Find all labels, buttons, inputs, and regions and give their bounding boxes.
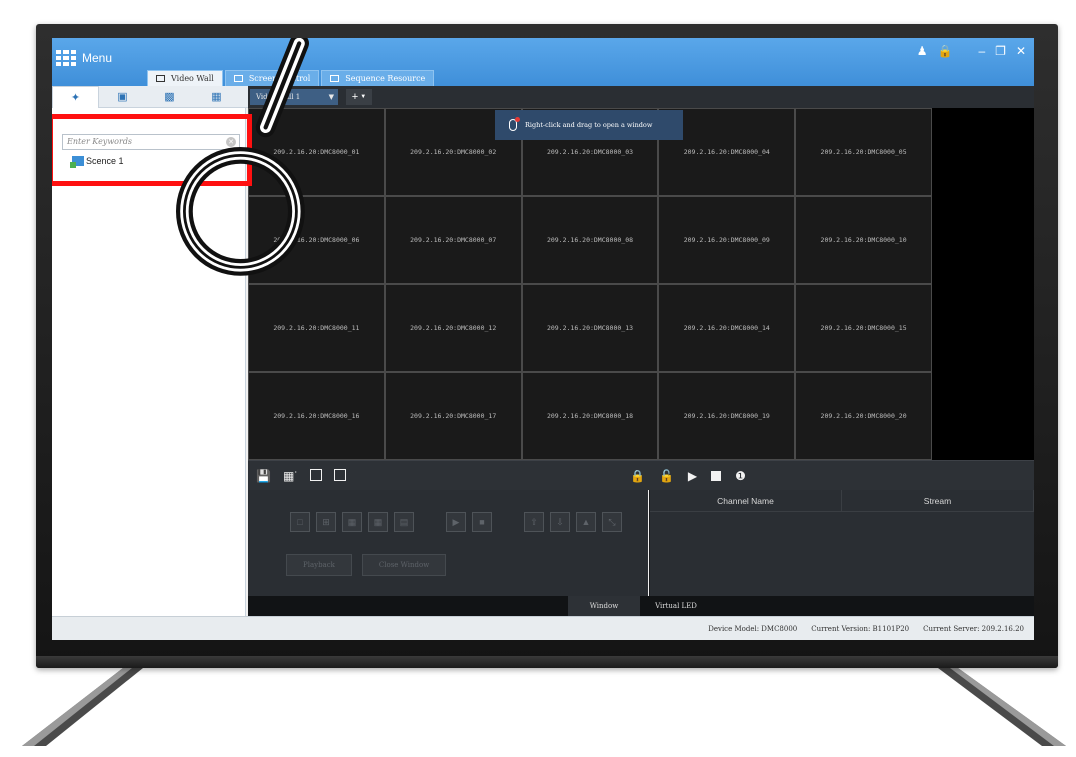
grid-layout-icon[interactable]: ▦˙ [283,469,298,483]
column-header[interactable]: Channel Name [650,490,842,511]
window-controls: ♟ 🔒 – ❐ ✕ [917,44,1026,58]
playback-label: Playback [303,561,335,569]
close-window-label: Close Window [378,561,430,569]
play-icon[interactable]: ▶ [688,469,697,483]
lock-icon[interactable]: ▲ [576,512,596,532]
screen-cell[interactable]: 209.2.16.20:DMC8000_20 [795,372,932,460]
screen-cell[interactable]: 209.2.16.20:DMC8000_10 [795,196,932,284]
screen-cell[interactable]: 209.2.16.20:DMC8000_15 [795,284,932,372]
channel-table-header: Channel Name Stream [650,490,1034,512]
add-icon: + [351,91,359,103]
layout-custom-icon[interactable]: ▤ [394,512,414,532]
tab-virtual-led[interactable]: Virtual LED [640,596,712,616]
clear-window-icon[interactable] [334,468,347,481]
screen-cell[interactable]: 209.2.16.20:DMC8000_05 [795,108,932,196]
scene-icon[interactable]: ▣ [99,86,146,108]
wall-icon[interactable]: ✦ [52,85,99,108]
screen-cell[interactable]: 209.2.16.20:DMC8000_08 [521,196,659,284]
screen-cell[interactable]: 209.2.16.20:DMC8000_07 [384,196,522,284]
lock-icon[interactable]: 🔒 [938,44,953,58]
screen-grid: 209.2.16.20:DMC8000_01 209.2.16.20:DMC800… [248,108,932,460]
bottom-tabs: Window Virtual LED [248,596,1034,616]
screen-cell[interactable]: 209.2.16.20:DMC8000_13 [521,284,659,372]
screen-number-icon[interactable]: ❶ [735,469,746,483]
tab-label: Window [589,602,619,610]
tab-sequence-resource[interactable]: Sequence Resource [321,70,435,86]
screen-cell[interactable]: 209.2.16.20:DMC8000_09 [658,196,796,284]
tab-window[interactable]: Window [568,596,640,616]
fullscreen-icon[interactable]: ⤡ [602,512,622,532]
control-bar: 💾 ▦˙ 🔒 🔓 ▶ ❶ [248,460,1034,490]
screen-cell[interactable]: 209.2.16.20:DMC8000_11 [248,284,385,372]
current-server: Current Server: 209.2.16.20 [923,624,1024,633]
tv-stand-left [22,668,143,746]
upload-icon[interactable]: ⇧ [524,512,544,532]
unlock-icon[interactable]: 🔓 [659,469,674,483]
tab-label: Virtual LED [655,602,697,610]
layout-9-icon[interactable]: ▦ [342,512,362,532]
playback-button[interactable]: Playback [286,554,352,576]
restore-icon[interactable]: ❐ [995,44,1006,58]
screen-cell[interactable]: 209.2.16.20:DMC8000_19 [658,372,796,460]
stop-icon[interactable]: ■ [472,512,492,532]
hint-tooltip: Right-click and drag to open a window [495,110,683,140]
close-icon[interactable]: ✕ [1016,44,1026,58]
layout-1-icon[interactable]: □ [290,512,310,532]
device-model: Device Model: DMC8000 [708,624,798,633]
play-icon[interactable]: ▶ [446,512,466,532]
stop-icon[interactable] [711,470,722,481]
mouse-icon [509,117,520,131]
minimize-icon[interactable]: – [978,44,985,58]
channel-table: Channel Name Stream [649,490,1034,596]
tv-bezel-bottom [36,656,1058,668]
user-icon[interactable]: ♟ [917,44,928,58]
screen-cell[interactable]: 209.2.16.20:DMC8000_18 [521,372,659,460]
add-wall-button[interactable]: + ▼ [346,89,372,105]
screen-cell[interactable]: 209.2.16.20:DMC8000_16 [248,372,385,460]
close-window-button[interactable]: Close Window [361,554,447,576]
menu-button[interactable]: Menu [56,50,112,66]
tab-label: Sequence Resource [345,74,426,83]
download-icon[interactable]: ⇩ [550,512,570,532]
menu-grid-icon [56,50,76,66]
chevron-down-icon: ▼ [360,94,367,100]
tv-stand-right [938,668,1066,746]
column-header[interactable]: Stream [842,490,1034,511]
wall-toolbar: Video Wall 1 ▼ + ▼ [248,86,1034,108]
sequence-resource-icon [330,75,340,82]
status-bar: Device Model: DMC8000 Current Version: B… [52,616,1034,640]
hint-text: Right-click and drag to open a window [525,121,653,129]
magnifier-icon [175,38,309,276]
chevron-down-icon: ▼ [328,93,334,101]
layout-4-icon[interactable]: ⊞ [316,512,336,532]
layout-16-icon[interactable]: ▦ [368,512,388,532]
video-wall-canvas[interactable]: 209.2.16.20:DMC8000_01 209.2.16.20:DMC800… [248,108,1034,460]
app-window: Menu ♟ 🔒 – ❐ ✕ Video Wall Screen Control [52,38,1034,640]
fit-window-icon[interactable] [310,468,323,481]
screen-cell[interactable]: 209.2.16.20:DMC8000_14 [658,284,796,372]
window-controls-panel: □ ⊞ ▦ ▦ ▤ ▶ ■ ⇧ ⇩ ▲ ⤡ Playback Close Win… [248,490,648,596]
save-icon[interactable]: 💾 [256,469,271,483]
lock-icon[interactable]: 🔒 [630,469,645,483]
current-version: Current Version: B1101P20 [811,624,910,633]
screen-cell[interactable]: 209.2.16.20:DMC8000_06 [248,196,385,284]
screen-cell[interactable]: 209.2.16.20:DMC8000_17 [384,372,522,460]
menu-label: Menu [82,51,113,65]
screen-cell[interactable]: 209.2.16.20:DMC8000_12 [384,284,522,372]
